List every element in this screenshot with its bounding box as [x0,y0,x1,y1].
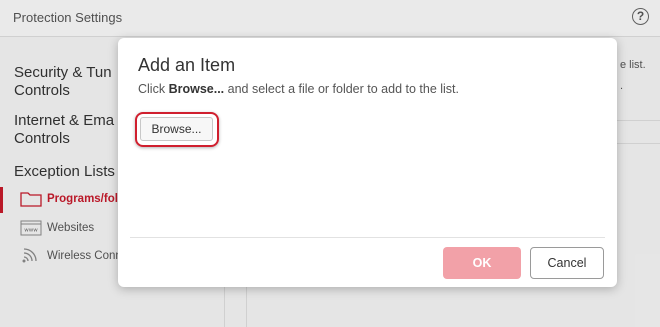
dialog-instruction: Click Browse... and select a file or fol… [138,82,459,96]
instruction-prefix: Click [138,82,169,96]
instruction-bold: Browse... [168,82,225,96]
browse-highlight-ring: Browse... [135,112,219,147]
instruction-suffix: and select a file or folder to add to th… [224,82,459,96]
dialog-divider [130,237,605,238]
ok-button[interactable]: OK [443,247,521,279]
add-item-dialog: Add an Item Click Browse... and select a… [118,38,617,287]
browse-button[interactable]: Browse... [140,117,213,141]
dialog-title: Add an Item [138,55,236,75]
cancel-button[interactable]: Cancel [530,247,604,279]
